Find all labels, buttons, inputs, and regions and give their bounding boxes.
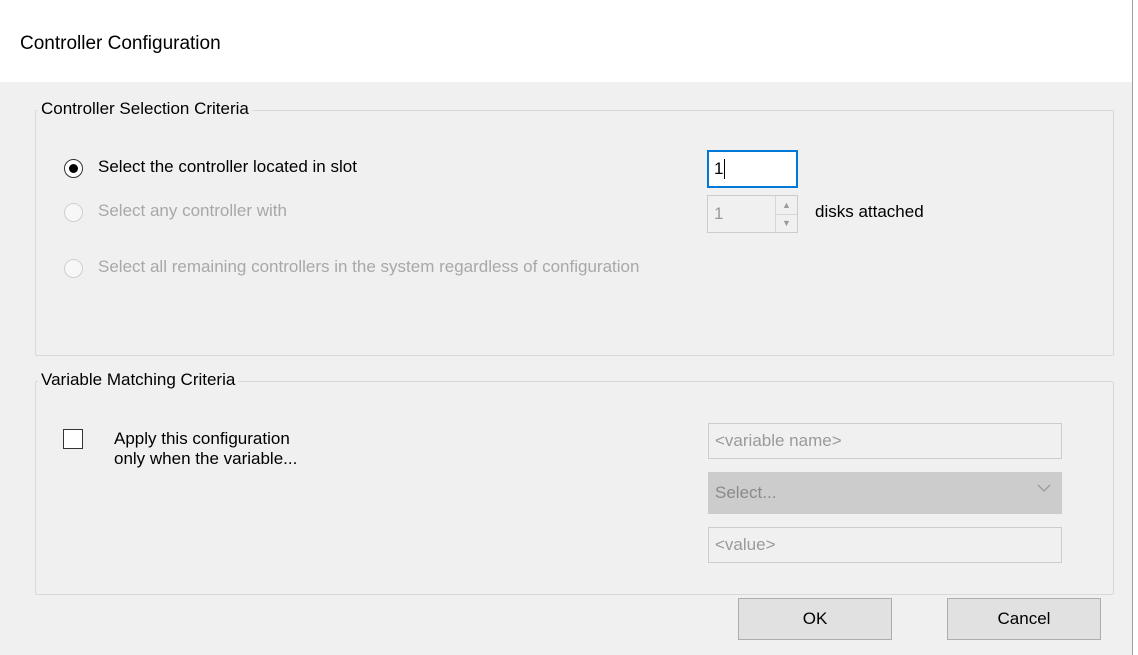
- value-field[interactable]: <value>: [708, 527, 1062, 563]
- slot-number-input[interactable]: 1: [707, 150, 798, 188]
- apply-config-label-line2[interactable]: only when the variable...: [114, 449, 297, 469]
- variable-matching-legend: Variable Matching Criteria: [38, 370, 239, 390]
- variable-name-placeholder: <variable name>: [715, 431, 842, 450]
- variable-name-field[interactable]: <variable name>: [708, 423, 1062, 459]
- controller-selection-legend: Controller Selection Criteria: [38, 99, 252, 119]
- radio-all-remaining-label[interactable]: Select all remaining controllers in the …: [98, 257, 639, 277]
- chevron-down-icon: [1037, 484, 1051, 492]
- radio-slot-label[interactable]: Select the controller located in slot: [98, 157, 357, 177]
- operator-select-value: Select...: [715, 483, 777, 502]
- controller-configuration-dialog: Controller Configuration Controller Sele…: [0, 0, 1133, 655]
- ok-button[interactable]: OK: [738, 598, 892, 640]
- dialog-title: Controller Configuration: [20, 33, 221, 54]
- radio-any-controller-label[interactable]: Select any controller with: [98, 201, 287, 221]
- dialog-header: Controller Configuration: [0, 0, 1132, 82]
- text-caret: [724, 159, 726, 179]
- spin-buttons: ▲ ▼: [775, 196, 797, 232]
- spin-up-icon[interactable]: ▲: [775, 196, 797, 215]
- radio-slot[interactable]: [64, 159, 83, 178]
- apply-config-label-line1[interactable]: Apply this configuration: [114, 429, 290, 449]
- spin-down-icon[interactable]: ▼: [775, 214, 797, 232]
- disk-count-value: 1: [714, 204, 724, 223]
- cancel-button[interactable]: Cancel: [947, 598, 1101, 640]
- slot-number-value: 1: [714, 159, 724, 178]
- radio-any-controller[interactable]: [64, 203, 83, 222]
- operator-select[interactable]: Select...: [708, 472, 1062, 514]
- apply-config-checkbox[interactable]: [63, 429, 83, 449]
- disk-count-stepper[interactable]: 1 ▲ ▼: [707, 195, 798, 233]
- value-placeholder: <value>: [715, 535, 776, 554]
- disks-attached-label: disks attached: [815, 202, 924, 221]
- radio-all-remaining[interactable]: [64, 259, 83, 278]
- controller-selection-group: Controller Selection Criteria: [35, 99, 1114, 356]
